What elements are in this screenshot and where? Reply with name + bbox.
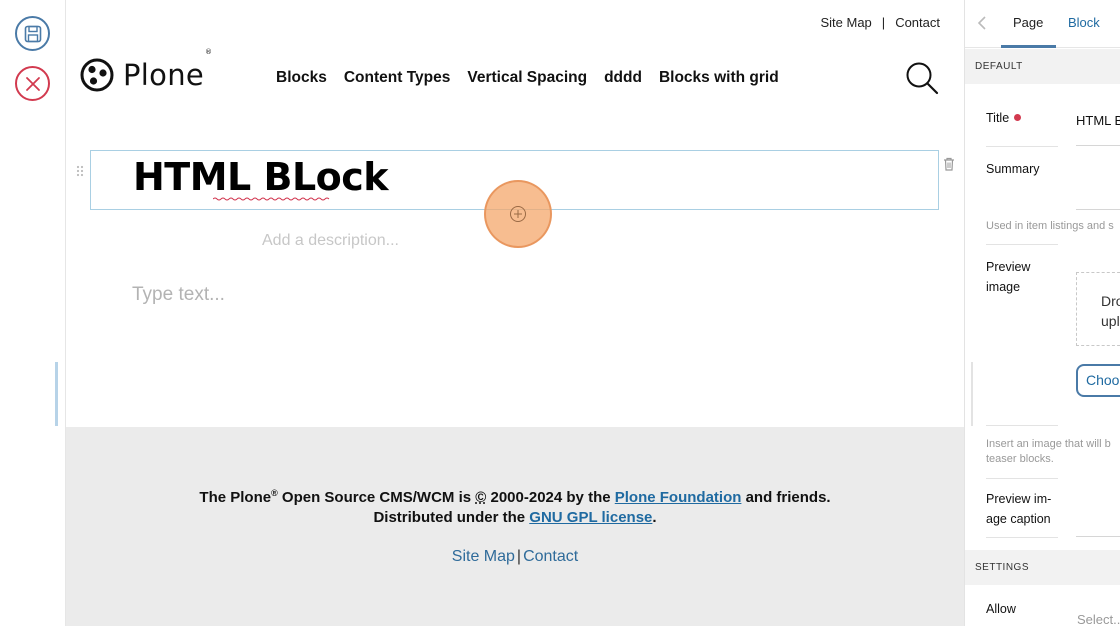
footer-site-map-link[interactable]: Site Map <box>452 548 515 565</box>
floppy-disk-icon <box>24 25 41 42</box>
trash-icon <box>944 157 954 171</box>
site-footer: The Plone® Open Source CMS/WCM is © 2000… <box>66 427 964 626</box>
site-logo[interactable]: Plone® <box>80 48 213 92</box>
divider <box>986 244 1058 245</box>
close-icon <box>25 76 40 91</box>
search-button[interactable] <box>904 60 940 96</box>
preview-image-label-1: Preview <box>986 260 1031 274</box>
footer-contact-link[interactable]: Contact <box>523 548 578 565</box>
drag-handle-icon[interactable] <box>76 162 84 181</box>
caption-label-1: Preview im- <box>986 492 1052 506</box>
section-default: DEFAULT <box>965 49 1120 84</box>
site-actions: Site Map | Contact <box>820 15 940 30</box>
required-indicator <box>1014 114 1022 121</box>
plus-circle-icon <box>510 206 526 222</box>
plone-logo-icon <box>80 58 114 92</box>
nav-item-blocks-with-grid[interactable]: Blocks with grid <box>659 69 779 87</box>
delete-block-button[interactable] <box>943 156 955 175</box>
gnu-gpl-link[interactable]: GNU GPL license <box>529 509 652 526</box>
title-field-underline <box>1076 145 1120 146</box>
sidebar: Page Block DEFAULT Title HTML B Summary … <box>964 0 1120 626</box>
nav-item-blocks[interactable]: Blocks <box>276 69 327 87</box>
toolbar-resize-handle[interactable] <box>55 362 58 426</box>
section-settings: SETTINGS <box>965 550 1120 585</box>
preview-image-label-2: image <box>986 280 1021 294</box>
tab-page[interactable]: Page <box>1013 15 1043 30</box>
dropzone-text: upl <box>1101 313 1120 329</box>
separator: | <box>516 548 522 565</box>
page-title[interactable]: HTML BLock <box>133 155 389 199</box>
plone-foundation-link[interactable]: Plone Foundation <box>615 489 742 506</box>
divider <box>986 537 1058 538</box>
nav-item-dddd[interactable]: dddd <box>604 69 642 87</box>
summary-field[interactable] <box>1076 209 1120 210</box>
summary-help: Used in item listings and s <box>986 220 1114 232</box>
site-map-link[interactable]: Site Map <box>820 15 871 30</box>
dropzone-text: Dro <box>1101 293 1120 309</box>
choose-image-button[interactable]: Choos <box>1076 364 1120 397</box>
description-input[interactable]: Add a description... <box>262 232 399 250</box>
preview-help-2: teaser blocks. <box>986 453 1054 465</box>
active-tab-indicator <box>1001 45 1056 48</box>
divider <box>986 478 1058 479</box>
summary-label: Summary <box>986 162 1040 176</box>
allow-discussion-select[interactable]: Select... <box>1077 612 1120 626</box>
caption-field[interactable] <box>1076 536 1120 537</box>
title-field[interactable]: HTML B <box>1076 113 1120 128</box>
footer-copyright: The Plone® Open Source CMS/WCM is © 2000… <box>199 488 831 506</box>
nav-item-vertical-spacing[interactable]: Vertical Spacing <box>467 69 587 87</box>
footer-license: Distributed under the GNU GPL license. <box>373 509 657 526</box>
sidebar-tabs: Page Block <box>965 0 1120 48</box>
spellcheck-underline <box>213 197 330 201</box>
allow-discussion-label: Allow <box>986 602 1016 616</box>
nav-item-content-types[interactable]: Content Types <box>344 69 451 87</box>
main-content: Site Map | Contact Plone® Blocks Content… <box>66 0 964 626</box>
divider <box>986 425 1058 426</box>
save-button[interactable] <box>15 16 50 51</box>
logo-text: Plone® <box>123 48 213 92</box>
tab-block[interactable]: Block <box>1068 15 1100 30</box>
cancel-button[interactable] <box>15 66 50 101</box>
search-icon <box>906 62 939 95</box>
title-label: Title <box>986 108 1022 128</box>
main-navigation: Blocks Content Types Vertical Spacing dd… <box>276 69 779 87</box>
preview-help-1: Insert an image that will b <box>986 438 1111 450</box>
image-dropzone[interactable]: Dro upl <box>1076 272 1120 346</box>
contact-link[interactable]: Contact <box>895 15 940 30</box>
editor-toolbar <box>0 0 66 626</box>
add-block-button[interactable] <box>484 180 552 248</box>
caption-label-2: age caption <box>986 512 1051 526</box>
separator: | <box>881 15 886 30</box>
sidebar-resize-handle[interactable] <box>971 362 973 426</box>
divider <box>986 146 1058 147</box>
chevron-left-icon[interactable] <box>977 15 987 34</box>
text-block-input[interactable]: Type text... <box>132 284 225 306</box>
footer-links: Site Map | Contact <box>66 548 964 566</box>
